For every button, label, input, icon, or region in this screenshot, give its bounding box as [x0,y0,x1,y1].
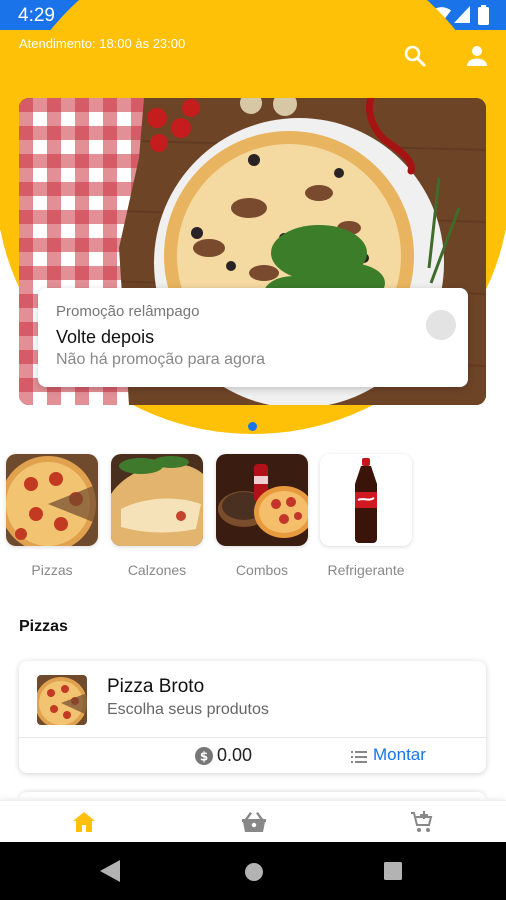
category-label: Refrigerante [327,562,405,578]
recents-icon[interactable] [384,862,402,880]
category-calzones-image [111,454,203,546]
build-button[interactable]: Montar [373,745,426,765]
dollar-coin-icon: $ [195,747,213,765]
section-title: Pizzas [19,618,68,635]
divider [19,737,486,738]
promo-title: Volte depois [56,327,155,347]
promo-card[interactable]: Promoção relâmpago Volte depois Não há p… [38,288,468,387]
signal-icon [454,6,470,23]
promo-subtitle: Promoção relâmpago [56,303,200,320]
category-calzones[interactable]: Calzones [111,454,203,578]
promo-indicator [426,310,456,340]
back-icon[interactable] [100,860,122,882]
list-icon[interactable] [351,750,367,764]
category-combos-image [216,454,308,546]
battery-icon [478,5,489,25]
product-price: 0.00 [217,745,253,765]
product-image [37,675,87,725]
category-pizzas-image [6,454,98,546]
opening-hours: Atendimento: 18:00 às 23:00 [19,36,186,51]
search-icon[interactable] [403,44,427,68]
next-product-card[interactable] [19,792,486,800]
carousel-page-indicator[interactable] [248,422,257,431]
category-pizzas[interactable]: Pizzas [6,454,98,578]
cart-add-icon[interactable] [410,810,434,834]
person-icon[interactable] [465,44,489,68]
category-refrigerante[interactable]: Refrigerante [320,454,412,578]
promo-description: Não há promoção para agora [56,351,266,368]
home-circle-icon[interactable] [244,862,264,882]
product-name: Pizza Broto [107,676,205,697]
system-navigation-bar [0,842,506,900]
status-time: 4:29 [18,5,55,26]
home-icon[interactable] [73,812,95,832]
product-description: Escolha seus produtos [107,701,269,718]
svg-text:$: $ [200,750,208,764]
basket-icon[interactable] [242,812,266,832]
category-combos[interactable]: Combos [216,454,308,578]
bottom-navigation [0,800,506,842]
category-refrigerante-image [320,454,412,546]
product-card[interactable]: Pizza Broto Escolha seus produtos $ 0.00… [19,661,486,773]
